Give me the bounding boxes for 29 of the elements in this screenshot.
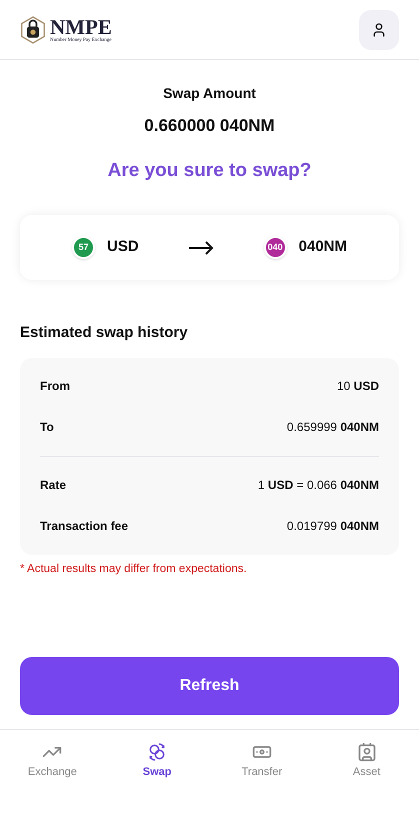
disclaimer-note: * Actual results may differ from expectations.	[20, 562, 248, 576]
row-label: Rate	[40, 477, 66, 494]
confirm-question: Are you sure to swap?	[108, 158, 312, 182]
row-value: 0.019799 040NM	[286, 518, 379, 535]
coin-label: 040	[268, 243, 283, 252]
swap-amount-value: 0.660000 040NM	[144, 115, 275, 137]
asset-icon	[356, 742, 377, 762]
refresh-button[interactable]: Refresh	[20, 657, 399, 715]
nav-tab[interactable]: Transfer	[210, 742, 314, 780]
nav-tab[interactable]: Exchange	[0, 742, 105, 780]
nav-tab[interactable]: Asset	[314, 742, 419, 780]
row-label: Transaction fee	[40, 518, 128, 535]
logo-title: NMPE	[50, 16, 112, 38]
arrow-right-icon	[188, 240, 214, 254]
row-value: 10 USD	[336, 378, 379, 395]
swap-amount-label: Swap Amount	[163, 84, 256, 103]
currency-name: 040NM	[298, 237, 347, 258]
coin-label: 57	[78, 243, 88, 252]
profile-icon	[371, 22, 387, 38]
logo-icon	[20, 16, 46, 44]
nav-tab[interactable]: Swap	[104, 742, 210, 780]
row-value: 0.659999 040NM	[286, 419, 379, 436]
row-label: From	[40, 378, 70, 395]
row-label: To	[40, 419, 54, 436]
section-title: Estimated swap history	[20, 323, 189, 343]
currency-name: USD	[107, 237, 139, 258]
row-value: 1 USD = 0.066 040NM	[258, 477, 379, 494]
profile-button[interactable]	[359, 10, 399, 50]
swap-icon	[147, 742, 168, 762]
